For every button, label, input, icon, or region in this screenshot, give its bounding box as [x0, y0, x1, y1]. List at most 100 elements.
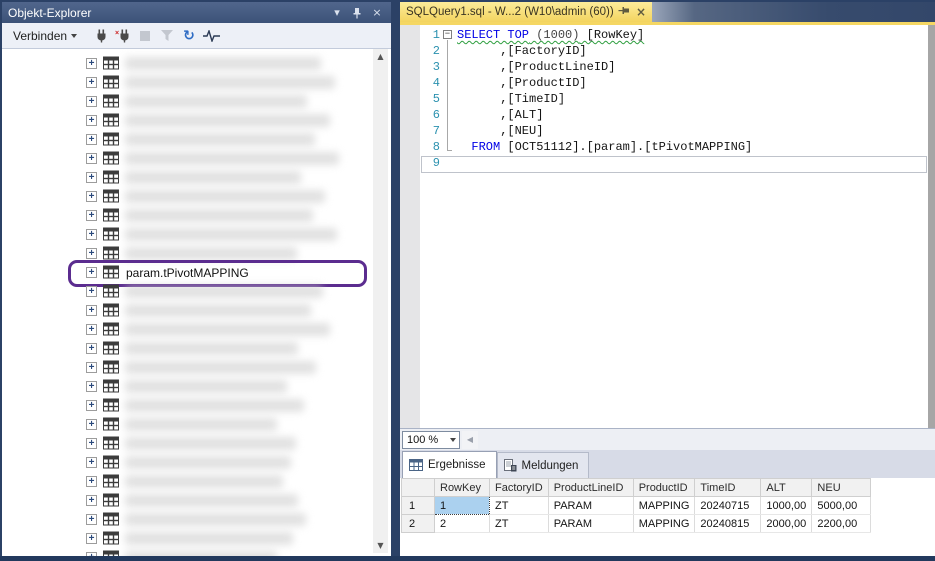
filter-icon[interactable]: [157, 26, 177, 46]
expand-icon[interactable]: +: [86, 229, 97, 240]
stop-icon[interactable]: [135, 26, 155, 46]
expand-icon[interactable]: +: [86, 438, 97, 449]
grid-cell[interactable]: 2: [435, 515, 490, 533]
code-line[interactable]: 4 ,[ProductID]: [400, 75, 935, 91]
zoom-dropdown-icon[interactable]: [446, 432, 459, 448]
code-line[interactable]: 7 ,[NEU]: [400, 123, 935, 139]
tree-item-table[interactable]: +: [2, 379, 372, 397]
tree-item-table[interactable]: +: [2, 360, 372, 378]
code-line[interactable]: 2 ,[FactoryID]: [400, 43, 935, 59]
grid-cell[interactable]: PARAM: [548, 497, 633, 515]
grid-cell[interactable]: MAPPING: [633, 515, 695, 533]
code-line[interactable]: 1SELECT TOP (1000) [RowKey]: [400, 27, 935, 43]
connect-plug-icon[interactable]: [91, 26, 111, 46]
expand-icon[interactable]: +: [86, 191, 97, 202]
code-line[interactable]: 8 FROM [OCT51112].[param].[tPivotMAPPING…: [400, 139, 935, 155]
grid-cell[interactable]: 20240715: [695, 497, 761, 515]
tree-item-table[interactable]: +: [2, 474, 372, 492]
grid-cell[interactable]: 5000,00: [812, 497, 871, 515]
expand-icon[interactable]: +: [86, 514, 97, 525]
tree-scrollbar[interactable]: ▲ ▼: [373, 49, 388, 553]
object-explorer-titlebar[interactable]: Objekt-Explorer ▾ ×: [2, 2, 391, 23]
tab-results[interactable]: Ergebnisse: [402, 451, 497, 478]
grid-cell[interactable]: PARAM: [548, 515, 633, 533]
grid-column-header[interactable]: NEU: [812, 479, 871, 497]
scroll-down-icon[interactable]: ▼: [373, 538, 388, 553]
tree-item-table[interactable]: +: [2, 151, 372, 169]
close-icon[interactable]: ×: [369, 5, 385, 20]
tree-item-table[interactable]: +: [2, 94, 372, 112]
tree-item-table[interactable]: +param.tPivotMAPPING: [2, 265, 372, 283]
tab-close-icon[interactable]: ×: [634, 5, 648, 19]
tree-item-table[interactable]: +: [2, 189, 372, 207]
code-line[interactable]: 5 ,[TimeID]: [400, 91, 935, 107]
disconnect-plug-icon[interactable]: ×: [113, 26, 133, 46]
object-explorer-tree[interactable]: ++++++++++++param.tPivotMAPPING+++++++++…: [2, 49, 391, 556]
expand-icon[interactable]: +: [86, 457, 97, 468]
tree-item-table[interactable]: +: [2, 227, 372, 245]
tree-item-table[interactable]: +: [2, 322, 372, 340]
expand-icon[interactable]: +: [86, 381, 97, 392]
tree-item-table[interactable]: +: [2, 455, 372, 473]
tree-item-table[interactable]: +: [2, 284, 372, 302]
tree-item-table[interactable]: +: [2, 132, 372, 150]
pin-icon[interactable]: [349, 5, 365, 20]
tree-item-table[interactable]: +: [2, 398, 372, 416]
expand-icon[interactable]: +: [86, 400, 97, 411]
expand-icon[interactable]: +: [86, 495, 97, 506]
grid-column-header[interactable]: ProductID: [633, 479, 695, 497]
activity-monitor-icon[interactable]: [201, 26, 221, 46]
expand-icon[interactable]: +: [86, 343, 97, 354]
expand-icon[interactable]: +: [86, 172, 97, 183]
expand-icon[interactable]: +: [86, 324, 97, 335]
grid-column-header[interactable]: ProductLineID: [548, 479, 633, 497]
tree-item-table[interactable]: +: [2, 341, 372, 359]
scroll-left-icon[interactable]: ◀: [462, 431, 478, 449]
window-menu-icon[interactable]: ▾: [329, 5, 345, 20]
expand-icon[interactable]: +: [86, 153, 97, 164]
expand-icon[interactable]: +: [86, 362, 97, 373]
expand-icon[interactable]: +: [86, 210, 97, 221]
expand-icon[interactable]: +: [86, 134, 97, 145]
expand-icon[interactable]: +: [86, 77, 97, 88]
results-grid[interactable]: RowKeyFactoryIDProductLineIDProductIDTim…: [401, 478, 871, 533]
tree-item-table[interactable]: +: [2, 512, 372, 530]
expand-icon[interactable]: +: [86, 267, 97, 278]
grid-cell[interactable]: 1: [435, 497, 490, 515]
expand-icon[interactable]: +: [86, 96, 97, 107]
query-document-tab[interactable]: SQLQuery1.sql - W...2 (W10\admin (60)) ×: [400, 2, 652, 22]
grid-column-header[interactable]: [402, 479, 435, 497]
tree-item-table[interactable]: +: [2, 56, 372, 74]
zoom-level-select[interactable]: 100 %: [402, 431, 460, 449]
grid-column-header[interactable]: ALT: [761, 479, 812, 497]
tree-item-table[interactable]: +: [2, 303, 372, 321]
expand-icon[interactable]: +: [86, 248, 97, 259]
tree-item-table[interactable]: +: [2, 436, 372, 454]
refresh-icon[interactable]: ↻: [179, 26, 199, 46]
tab-pin-icon[interactable]: [617, 6, 631, 19]
grid-column-header[interactable]: FactoryID: [490, 479, 549, 497]
grid-cell[interactable]: ZT: [490, 497, 549, 515]
editor-vertical-scrollbar[interactable]: [928, 25, 935, 428]
tree-item-table[interactable]: +: [2, 208, 372, 226]
grid-column-header[interactable]: TimeID: [695, 479, 761, 497]
grid-column-header[interactable]: RowKey: [435, 479, 490, 497]
tree-item-table[interactable]: +: [2, 170, 372, 188]
grid-cell[interactable]: MAPPING: [633, 497, 695, 515]
grid-cell[interactable]: 2200,00: [812, 515, 871, 533]
scroll-up-icon[interactable]: ▲: [373, 49, 388, 64]
expand-icon[interactable]: +: [86, 115, 97, 126]
tree-item-table[interactable]: +: [2, 113, 372, 131]
expand-icon[interactable]: +: [86, 476, 97, 487]
fold-collapse-icon[interactable]: −: [443, 30, 452, 39]
grid-cell[interactable]: 2000,00: [761, 515, 812, 533]
code-line[interactable]: 3 ,[ProductLineID]: [400, 59, 935, 75]
connect-button[interactable]: Verbinden: [9, 27, 81, 45]
expand-icon[interactable]: +: [86, 286, 97, 297]
tree-item-table[interactable]: +: [2, 75, 372, 93]
sql-editor[interactable]: 1SELECT TOP (1000) [RowKey]2 ,[FactoryID…: [400, 25, 935, 428]
expand-icon[interactable]: +: [86, 58, 97, 69]
grid-cell[interactable]: 20240815: [695, 515, 761, 533]
tree-item-table[interactable]: +: [2, 493, 372, 511]
expand-icon[interactable]: +: [86, 533, 97, 544]
